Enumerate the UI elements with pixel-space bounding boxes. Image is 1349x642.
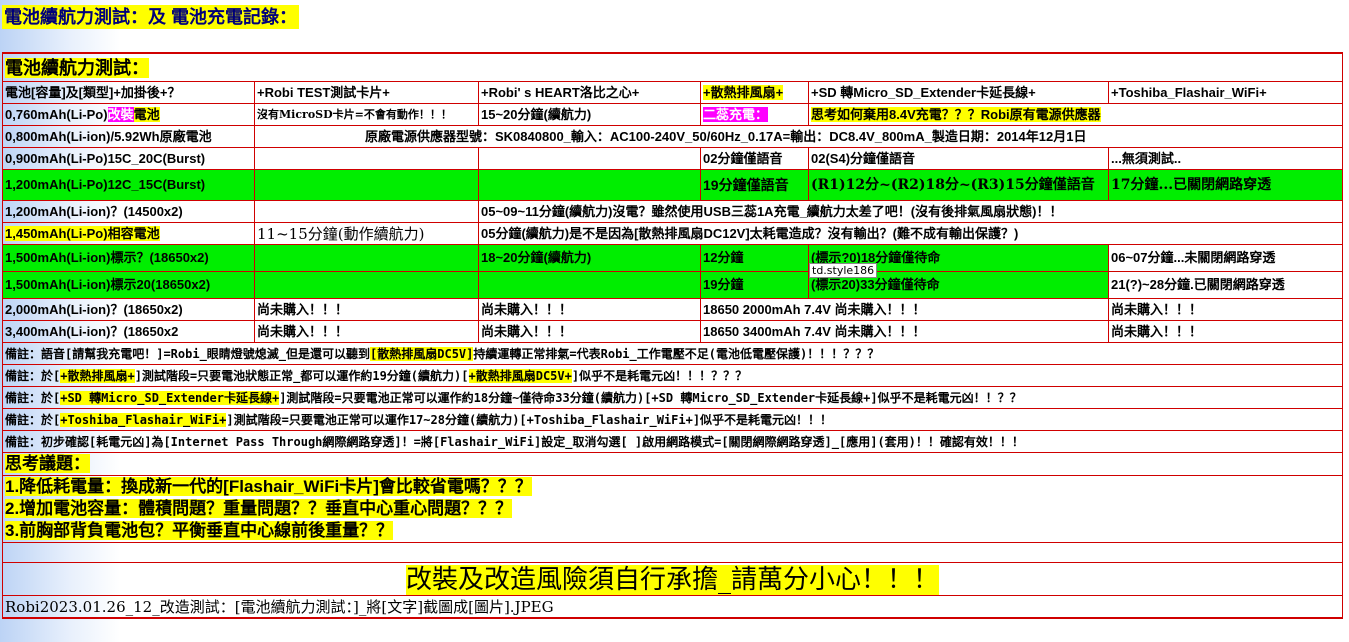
warning-text: 改裝及改造風險須自行承擔_請萬分小心！！！	[1, 562, 1344, 596]
table-row: 3,400mAh(Li-ion)？(18650x2 尚未購入！！！ 尚未購入！！…	[2, 320, 1344, 343]
warning-row: 改裝及改造風險須自行承擔_請萬分小心！！！	[1, 562, 1344, 596]
battery-cell: 1,200mAh(Li-ion)？(14500x2)	[2, 200, 255, 223]
note-row: 備註：於[+散熱排風扇+]測試階段=只要電池狀態正常_都可以運作約19分鐘(續航…	[1, 364, 1344, 387]
table-row: 1,200mAh(Li-ion)？(14500x2) 05~09~11分鐘(續航…	[2, 200, 1344, 223]
table-row: 2,000mAh(Li-ion)？(18650x2) 尚未購入！！！ 尚未購入！…	[2, 298, 1344, 321]
header-cell: +Robi' s HEART洛比之心+	[478, 81, 701, 104]
table-cell: 思考如何棄用8.4V充電？？？Robi原有電源供應器	[807, 103, 1344, 126]
table-row: 1,500mAh(Li-ion)標示20(18650x2) 19分鐘 (標示20…	[2, 271, 1344, 299]
table-cell	[254, 244, 479, 272]
table-row: 0,900mAh(Li-Po)15C_20C(Burst) 02分鐘僅語音 02…	[2, 147, 1344, 170]
table-cell: 尚未購入！！！	[1107, 298, 1344, 321]
table-cell: 二蕊充電：	[700, 103, 809, 126]
battery-cell: 0,800mAh(Li-ion)/5.92Wh原廠電池	[2, 125, 255, 148]
table-cell	[254, 147, 479, 170]
page-title: 電池續航力測試：及 電池充電記錄：	[2, 5, 299, 29]
table-cell	[254, 271, 479, 299]
footer-row: Robi2023.01.26_12_改造測試：[電池續航力測試：]_將[文字]截…	[1, 595, 1344, 619]
table-cell	[478, 271, 701, 299]
note-row: 備註：於[+Toshiba_Flashair_WiFi+]測試階段=只要電池正常…	[1, 408, 1344, 431]
table-cell: 17分鐘...已關閉網路穿透	[1107, 169, 1344, 201]
table-cell: 尚未購入！！！	[1107, 320, 1344, 343]
battery-cell: 1,500mAh(Li-ion)標示20(18650x2)	[2, 271, 255, 299]
table-cell: 02(S4)分鐘僅語音	[808, 147, 1109, 170]
header-row: 電池[容量]及[類型]+加掛後+？ +Robi TEST測試卡片+ +Robi'…	[2, 81, 1344, 104]
table-cell: 尚未購入！！！	[478, 298, 701, 321]
header-cell: +Toshiba_Flashair_WiFi+	[1107, 81, 1344, 104]
table-row: 0,800mAh(Li-ion)/5.92Wh原廠電池 原廠電源供應器型號：SK…	[2, 125, 1344, 148]
table-cell: 05~09~11分鐘(續航力)沒電？雖然使用USB三蕊1A充電_續航力太差了吧！…	[477, 200, 1344, 223]
battery-cell: 0,760mAh(Li-Po)改裝電池	[2, 103, 255, 126]
table-cell: 尚未購入！！！	[478, 320, 701, 343]
table-cell: 19分鐘	[700, 271, 809, 299]
section-title-row: 電池續航力測試：	[1, 52, 1344, 82]
think-item-row: 1.降低耗電量：換成新一代的[Flashair_WiFi卡片]會比較省電嗎？？？	[1, 475, 1344, 498]
table-cell: 沒有MicroSD卡片=不會有動作！！！	[254, 103, 479, 126]
table-cell: 11~15分鐘(動作續航力)	[254, 222, 479, 245]
think-item: 2.增加電池容量：體積問題？重量問題？？垂直中心重心問題？？？	[1, 498, 1344, 520]
table-cell: 18650 2000mAh 7.4V 尚未購入！！！	[700, 298, 1109, 321]
think-item-row: 3.前胸部背負電池包？平衡垂直中心線前後重量？？	[1, 520, 1344, 543]
table-row: 1,500mAh(Li-ion)標示？(18650x2) 18~20分鐘(續航力…	[2, 244, 1344, 272]
table-row: 1,200mAh(Li-Po)12C_15C(Burst) 19分鐘僅語音 (R…	[2, 169, 1344, 201]
header-cell: +散熱排風扇+	[700, 81, 809, 104]
table-cell	[254, 169, 479, 201]
table-row: 0,760mAh(Li-Po)改裝電池 沒有MicroSD卡片=不會有動作！！！…	[2, 103, 1344, 126]
table-cell: 21(?)~28分鐘.已關閉網路穿透	[1107, 271, 1344, 299]
note-3: 備註：於[+SD 轉Micro_SD_Extender卡延長線+]測試階段=只要…	[1, 386, 1344, 409]
think-title-row: 思考議題：	[1, 452, 1344, 476]
battery-cell: 2,000mAh(Li-ion)？(18650x2)	[2, 298, 255, 321]
table-cell: 12分鐘	[700, 244, 809, 272]
table-cell	[478, 169, 701, 201]
note-4: 備註：於[+Toshiba_Flashair_WiFi+]測試階段=只要電池正常…	[1, 408, 1344, 431]
table-cell: 尚未購入！！！	[254, 320, 479, 343]
battery-cell: 0,900mAh(Li-Po)15C_20C(Burst)	[2, 147, 255, 170]
battery-test-table: 電池續航力測試： 電池[容量]及[類型]+加掛後+？ +Robi TEST測試卡…	[1, 52, 1344, 619]
battery-cell: 1,450mAh(Li-Po)相容電池	[2, 222, 255, 245]
table-cell: 原廠電源供應器型號：SK0840800_輸入：AC100-240V_50/60H…	[253, 125, 1344, 148]
note-row: 備註：於[+SD 轉Micro_SD_Extender卡延長線+]測試階段=只要…	[1, 386, 1344, 409]
inspector-tooltip: td.style186	[809, 263, 878, 278]
table-cell	[254, 200, 479, 223]
table-cell: 06~07分鐘...未關閉網路穿透	[1107, 244, 1344, 272]
battery-cell: 3,400mAh(Li-ion)？(18650x2	[2, 320, 255, 343]
note-2: 備註：於[+散熱排風扇+]測試階段=只要電池狀態正常_都可以運作約19分鐘(續航…	[1, 364, 1344, 387]
table-cell: (R1)12分~(R2)18分~(R3)15分鐘僅語音	[808, 169, 1109, 201]
table-cell: 18650 3400mAh 7.4V 尚未購入！！！	[700, 320, 1109, 343]
note-row: 備註：語音[請幫我充電吧！]=Robi_眼睛燈號熄滅_但是還可以聽到[散熱排風扇…	[1, 342, 1344, 365]
table-cell: 尚未購入！！！	[254, 298, 479, 321]
footer-text: Robi2023.01.26_12_改造測試：[電池續航力測試：]_將[文字]截…	[1, 595, 1344, 619]
spacer-row	[1, 542, 1344, 563]
battery-cell: 1,500mAh(Li-ion)標示？(18650x2)	[2, 244, 255, 272]
table-cell: ...無須測試..	[1107, 147, 1344, 170]
table-row: 1,450mAh(Li-Po)相容電池 11~15分鐘(動作續航力) 05分鐘(…	[2, 222, 1344, 245]
header-cell: 電池[容量]及[類型]+加掛後+？	[2, 81, 255, 104]
think-item: 3.前胸部背負電池包？平衡垂直中心線前後重量？？	[1, 520, 1344, 543]
table-cell	[478, 147, 701, 170]
note-5: 備註：初步確認[耗電元凶]為[Internet Pass Through網際網路…	[1, 430, 1344, 453]
header-cell: +Robi TEST測試卡片+	[254, 81, 479, 104]
note-row: 備註：初步確認[耗電元凶]為[Internet Pass Through網際網路…	[1, 430, 1344, 453]
think-item: 1.降低耗電量：換成新一代的[Flashair_WiFi卡片]會比較省電嗎？？？	[1, 475, 1344, 498]
table-cell: 02分鐘僅語音	[700, 147, 809, 170]
think-title: 思考議題：	[1, 452, 1344, 476]
section-title: 電池續航力測試：	[5, 57, 149, 78]
table-cell: 18~20分鐘(續航力)	[478, 244, 701, 272]
note-1: 備註：語音[請幫我充電吧！]=Robi_眼睛燈號熄滅_但是還可以聽到[散熱排風扇…	[1, 342, 1344, 365]
battery-cell: 1,200mAh(Li-Po)12C_15C(Burst)	[2, 169, 255, 201]
table-cell: 15~20分鐘(續航力)	[478, 103, 701, 126]
table-cell: 19分鐘僅語音	[700, 169, 809, 201]
header-cell: +SD 轉Micro_SD_Extender卡延長線+	[808, 81, 1109, 104]
table-cell: 05分鐘(續航力)是不是因為[散熱排風扇DC12V]太耗電造成？沒有輸出？(難不…	[477, 222, 1344, 245]
think-item-row: 2.增加電池容量：體積問題？重量問題？？垂直中心重心問題？？？	[1, 498, 1344, 520]
